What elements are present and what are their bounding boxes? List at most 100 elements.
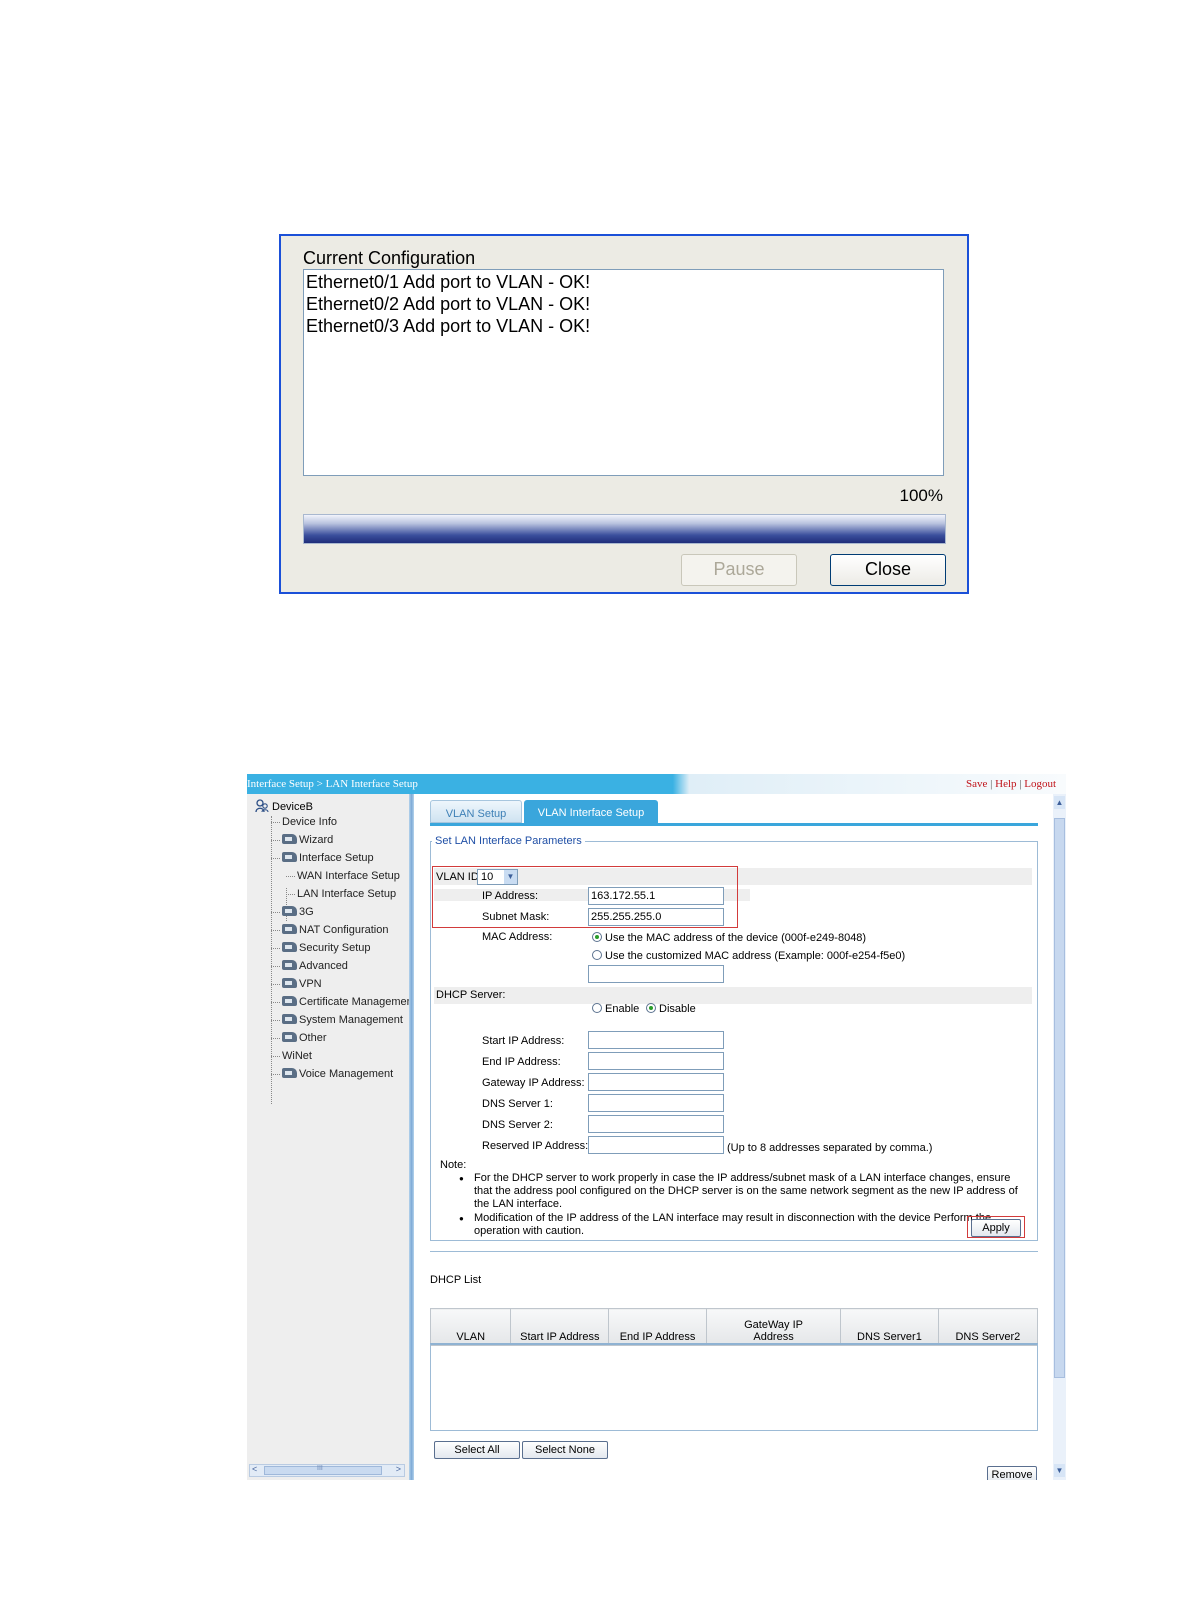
scroll-down-icon[interactable]: ▼ xyxy=(1054,1464,1065,1477)
progress-percent: 100% xyxy=(899,486,943,505)
reserved-ip-hint: (Up to 8 addresses separated by comma.) xyxy=(727,1142,933,1154)
fieldset-legend: Set LAN Interface Parameters xyxy=(432,835,585,847)
save-link[interactable]: Save xyxy=(966,778,987,790)
select-none-button[interactable]: Select None xyxy=(522,1441,608,1459)
nav-item-lan-interface-setup[interactable]: LAN Interface Setup xyxy=(286,888,396,906)
column-header[interactable]: Start IP Address xyxy=(510,1308,610,1346)
top-bar: Interface Setup > LAN Interface Setup Sa… xyxy=(247,774,1066,794)
folder-icon xyxy=(282,1032,297,1042)
folder-icon xyxy=(282,960,297,970)
highlight-box xyxy=(432,866,738,928)
nav-item-winet[interactable]: WiNet xyxy=(271,1050,312,1068)
nav-item-wizard[interactable]: Wizard xyxy=(271,834,333,852)
scroll-left-icon[interactable]: < xyxy=(252,1464,257,1474)
nav-item-device-info[interactable]: Device Info xyxy=(271,816,337,834)
table-header-row: VLAN Start IP Address End IP Address Gat… xyxy=(429,1308,1039,1346)
radio-icon[interactable] xyxy=(592,950,602,960)
nav-item-advanced[interactable]: Advanced xyxy=(271,960,348,978)
dhcp-enable-option[interactable]: Enable xyxy=(592,1003,639,1015)
mac-option-custom[interactable]: Use the customized MAC address (Example:… xyxy=(592,950,905,962)
dhcp-disable-option[interactable]: Disable xyxy=(646,1003,696,1015)
column-header[interactable]: GateWay IP Address xyxy=(705,1308,842,1346)
pause-button[interactable]: Pause xyxy=(681,554,797,586)
main-content: VLAN Setup VLAN Interface Setup Set LAN … xyxy=(414,794,1053,1480)
scroll-up-icon[interactable]: ▲ xyxy=(1054,796,1065,809)
remove-button[interactable]: Remove xyxy=(987,1466,1037,1480)
log-line: Ethernet0/2 Add port to VLAN - OK! xyxy=(306,294,591,314)
nav-item-certificate-management[interactable]: Certificate Managemen xyxy=(271,996,413,1014)
dns-server-1-label: DNS Server 1: xyxy=(482,1098,553,1110)
dhcp-server-label: DHCP Server: xyxy=(436,989,506,1001)
progress-bar xyxy=(303,514,946,544)
top-links: Save | Help | Logout xyxy=(966,778,1056,790)
mac-option-device[interactable]: Use the MAC address of the device (000f-… xyxy=(592,932,866,944)
start-ip-input[interactable] xyxy=(588,1031,724,1049)
logout-link[interactable]: Logout xyxy=(1024,778,1056,790)
end-ip-label: End IP Address: xyxy=(482,1056,561,1068)
main-vertical-scrollbar[interactable]: ▲ ▼ xyxy=(1053,794,1066,1480)
note-list: For the DHCP server to work properly in … xyxy=(459,1172,1019,1238)
tab-vlan-setup[interactable]: VLAN Setup xyxy=(430,800,522,823)
mac-address-label: MAC Address: xyxy=(482,931,553,943)
nav-item-voice-management[interactable]: Voice Management xyxy=(271,1068,393,1086)
scroll-thumb[interactable]: III xyxy=(264,1465,382,1475)
configuration-log[interactable]: Ethernet0/1 Add port to VLAN - OK! Ether… xyxy=(303,269,944,476)
select-all-button[interactable]: Select All xyxy=(434,1441,520,1459)
folder-icon xyxy=(282,834,297,844)
nav-item-security-setup[interactable]: Security Setup xyxy=(271,942,371,960)
help-link[interactable]: Help xyxy=(995,778,1016,790)
progress-bar-fill xyxy=(304,515,945,543)
apply-button[interactable]: Apply xyxy=(971,1219,1021,1237)
end-ip-input[interactable] xyxy=(588,1052,724,1070)
reserved-ip-input[interactable] xyxy=(588,1136,724,1154)
dialog-title: Current Configuration xyxy=(303,248,476,268)
folder-icon xyxy=(282,978,297,988)
folder-icon xyxy=(282,852,297,862)
radio-icon[interactable] xyxy=(592,1003,602,1013)
breadcrumb: Interface Setup > LAN Interface Setup xyxy=(247,778,418,790)
navigation-tree: DeviceB Device Info Wizard Interface Set… xyxy=(247,794,413,1480)
nav-horizontal-scrollbar[interactable]: < III > xyxy=(249,1464,405,1477)
log-line: Ethernet0/3 Add port to VLAN - OK! xyxy=(306,316,591,336)
nav-item-vpn[interactable]: VPN xyxy=(271,978,322,996)
custom-mac-input[interactable] xyxy=(588,965,724,983)
close-button[interactable]: Close xyxy=(830,554,946,586)
radio-selected-icon[interactable] xyxy=(592,932,602,942)
column-header[interactable]: End IP Address xyxy=(608,1308,707,1346)
column-header[interactable]: VLAN xyxy=(429,1308,512,1346)
dhcp-list-body xyxy=(430,1343,1038,1431)
scroll-right-icon[interactable]: > xyxy=(396,1464,401,1474)
start-ip-label: Start IP Address: xyxy=(482,1035,565,1047)
lan-interface-setup-page: Interface Setup > LAN Interface Setup Sa… xyxy=(247,774,1066,1480)
folder-icon xyxy=(282,1014,297,1024)
nav-item-system-management[interactable]: System Management xyxy=(271,1014,403,1032)
current-configuration-dialog: Current Configuration Ethernet0/1 Add po… xyxy=(279,234,969,594)
radio-selected-icon[interactable] xyxy=(646,1003,656,1013)
dns-server-2-label: DNS Server 2: xyxy=(482,1119,553,1131)
scroll-thumb[interactable] xyxy=(1054,818,1065,1378)
dns-server-2-input[interactable] xyxy=(588,1115,724,1133)
nav-item-3g[interactable]: 3G xyxy=(271,906,314,924)
nav-item-interface-setup[interactable]: Interface Setup xyxy=(271,852,374,870)
dhcp-list-title: DHCP List xyxy=(430,1274,482,1286)
folder-icon xyxy=(282,1068,297,1078)
column-header[interactable]: DNS Server2 xyxy=(937,1308,1039,1346)
nav-item-nat-configuration[interactable]: NAT Configuration xyxy=(271,924,388,942)
nav-item-wan-interface-setup[interactable]: WAN Interface Setup xyxy=(286,870,400,888)
tab-vlan-interface-setup[interactable]: VLAN Interface Setup xyxy=(524,800,658,823)
log-line: Ethernet0/1 Add port to VLAN - OK! xyxy=(306,272,591,292)
note-item: For the DHCP server to work properly in … xyxy=(459,1172,1019,1211)
note-item: Modification of the IP address of the LA… xyxy=(459,1212,1019,1238)
gateway-ip-input[interactable] xyxy=(588,1073,724,1091)
dhcp-list-table: VLAN Start IP Address End IP Address Gat… xyxy=(429,1308,1039,1346)
folder-icon xyxy=(282,996,297,1006)
nav-item-other[interactable]: Other xyxy=(271,1032,327,1050)
nav-root[interactable]: DeviceB xyxy=(255,799,313,813)
folder-icon xyxy=(282,942,297,952)
note-label: Note: xyxy=(440,1159,467,1171)
gateway-ip-label: Gateway IP Address: xyxy=(482,1077,585,1089)
reserved-ip-label: Reserved IP Address: xyxy=(482,1140,589,1152)
folder-icon xyxy=(282,906,297,916)
column-header[interactable]: DNS Server1 xyxy=(840,1308,939,1346)
dns-server-1-input[interactable] xyxy=(588,1094,724,1112)
